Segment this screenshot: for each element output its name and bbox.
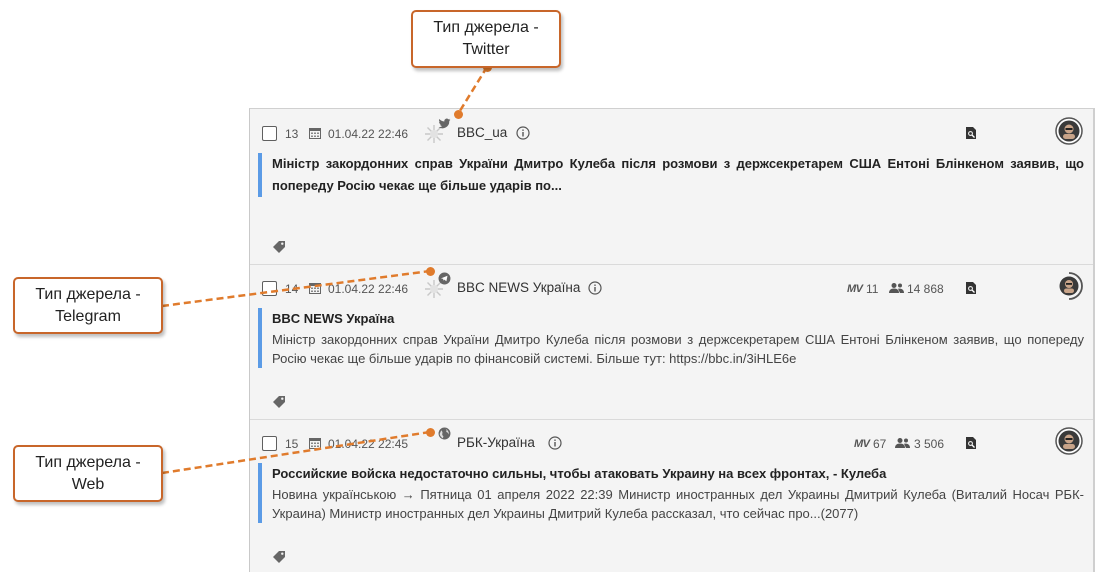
tag-icon[interactable] — [272, 395, 286, 409]
info-icon[interactable] — [588, 281, 602, 295]
item-header: 15 01.04.22 22:45 РБК-Україна MV 67 3 50… — [250, 427, 1093, 457]
item-content[interactable]: Российские войска недостаточно сильны, ч… — [258, 463, 1084, 523]
item-text: Міністр закордонних справ України Дмитро… — [272, 332, 1084, 366]
callout-line-1: Тип джерела - — [35, 454, 141, 471]
calendar-icon — [309, 128, 321, 139]
user-avatar[interactable] — [1055, 117, 1083, 145]
callout-line-1: Тип джерела - — [35, 286, 141, 303]
item-header: 13 01.04.22 22:46 BBC_ua — [250, 117, 1093, 147]
item-title[interactable]: Российские войска недостаточно сильны, ч… — [272, 463, 1084, 485]
preview-search-icon[interactable] — [964, 281, 978, 295]
source-name[interactable]: BBC NEWS Україна — [457, 280, 580, 295]
item-header: 14 01.04.22 22:46 BBC NEWS Україна MV 11… — [250, 272, 1093, 302]
audience-icon — [895, 438, 910, 448]
item-date: 01.04.22 22:45 — [328, 437, 409, 451]
callout-pointer — [454, 110, 463, 119]
callout-twitter: Тип джерела - Twitter — [411, 10, 561, 68]
user-avatar[interactable] — [1055, 427, 1083, 455]
select-checkbox[interactable] — [262, 281, 277, 296]
list-item[interactable]: 14 01.04.22 22:46 BBC NEWS Україна MV 11… — [250, 264, 1093, 420]
preview-search-icon[interactable] — [964, 436, 978, 450]
preview-search-icon[interactable] — [964, 126, 978, 140]
source-name[interactable]: РБК-Україна — [457, 435, 535, 450]
calendar-icon — [309, 283, 321, 294]
audience-value: 14 868 — [907, 282, 944, 296]
audience-value: 3 506 — [914, 437, 945, 451]
item-date: 01.04.22 22:46 — [328, 282, 409, 296]
item-number: 15 — [285, 437, 299, 451]
info-icon[interactable] — [548, 436, 562, 450]
item-title[interactable]: Міністр закордонних справ України Дмитро… — [272, 153, 1084, 197]
user-avatar[interactable] — [1055, 272, 1083, 300]
list-item[interactable]: 13 01.04.22 22:46 BBC_ua Міністр закордо… — [250, 109, 1093, 265]
callout-line-2: Telegram — [55, 308, 121, 325]
callout-pointer — [426, 267, 435, 276]
calendar-icon — [309, 438, 321, 449]
web-globe-icon — [438, 427, 451, 440]
callout-line-1: Тип джерела - — [433, 19, 539, 36]
tag-icon[interactable] — [272, 550, 286, 564]
callout-line-2: Twitter — [462, 41, 510, 58]
callout-pointer — [426, 428, 435, 437]
list-item[interactable]: 15 01.04.22 22:45 РБК-Україна MV 67 3 50… — [250, 419, 1093, 572]
source-name[interactable]: BBC_ua — [457, 125, 507, 140]
item-text: Новина українською → Пятница 01 апреля 2… — [272, 487, 1084, 521]
mv-label: MV — [847, 283, 863, 295]
select-checkbox[interactable] — [262, 126, 277, 141]
callout-web: Тип джерела - Web — [13, 445, 163, 502]
callout-telegram: Тип джерела - Telegram — [13, 277, 163, 334]
item-content[interactable]: BBC NEWS Україна Міністр закордонних спр… — [258, 308, 1084, 368]
twitter-icon — [438, 118, 451, 129]
select-checkbox[interactable] — [262, 436, 277, 451]
item-content[interactable]: Міністр закордонних справ України Дмитро… — [258, 153, 1084, 197]
telegram-icon — [438, 272, 451, 285]
mv-value: 11 — [866, 282, 879, 296]
info-icon[interactable] — [516, 126, 530, 140]
mv-label: MV — [854, 438, 870, 450]
scrollbar-track[interactable] — [1093, 108, 1095, 572]
item-title[interactable]: BBC NEWS Україна — [272, 308, 1084, 330]
item-number: 14 — [285, 282, 299, 296]
callout-line-2: Web — [71, 476, 105, 493]
news-feed: 13 01.04.22 22:46 BBC_ua Міністр закордо… — [249, 108, 1093, 572]
item-number: 13 — [285, 127, 299, 141]
item-date: 01.04.22 22:46 — [328, 127, 409, 141]
tag-icon[interactable] — [272, 240, 286, 254]
mv-value: 67 — [873, 437, 887, 451]
audience-icon — [889, 283, 904, 293]
